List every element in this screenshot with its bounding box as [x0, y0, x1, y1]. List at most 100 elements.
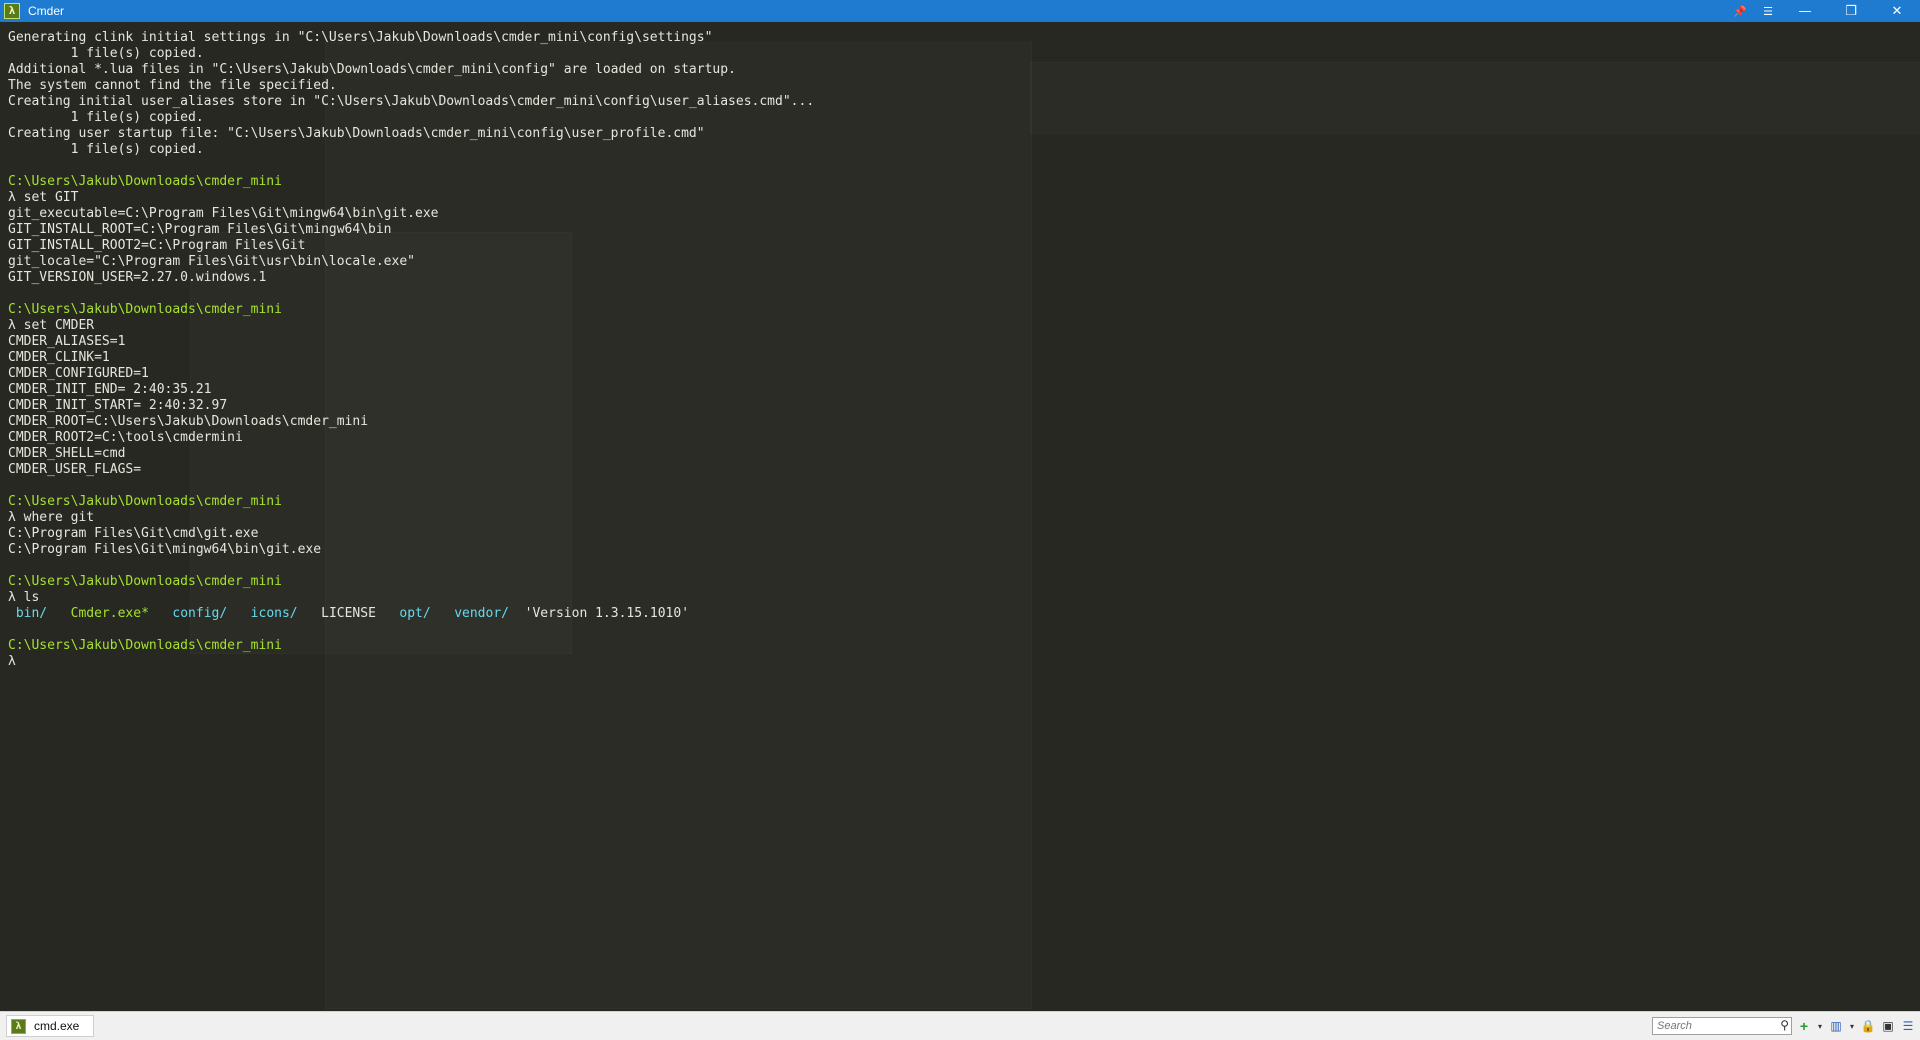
- console-line: GIT_INSTALL_ROOT=C:\Program Files\Git\mi…: [8, 222, 1908, 238]
- console-text: 1 file(s) copied.: [8, 46, 204, 61]
- console-line: 1 file(s) copied.: [8, 46, 1908, 62]
- console-line: git_locale="C:\Program Files\Git\usr\bin…: [8, 254, 1908, 270]
- console-text: λ where git: [8, 510, 95, 525]
- ls-directory-entry: config/: [172, 606, 228, 621]
- window-title: Cmder: [28, 4, 65, 18]
- cmder-window: λ Cmder 📌 ☰ — ❐ ✕ Generating clink initi…: [0, 0, 1920, 1040]
- panel-icon[interactable]: ▣: [1880, 1018, 1896, 1034]
- ls-file-entry: [298, 606, 321, 621]
- console-line: CMDER_ROOT2=C:\tools\cmdermini: [8, 430, 1908, 446]
- layout-dropdown-icon[interactable]: ▾: [1848, 1022, 1856, 1031]
- console-tab-cmd[interactable]: λ cmd.exe: [6, 1015, 95, 1037]
- ls-directory-entry: vendor/: [454, 606, 509, 621]
- console-line: 1 file(s) copied.: [8, 142, 1908, 158]
- console-line: CMDER_INIT_END= 2:40:35.21: [8, 382, 1908, 398]
- cmder-lambda-icon[interactable]: λ: [4, 3, 20, 19]
- console-text: GIT_INSTALL_ROOT=C:\Program Files\Git\mi…: [8, 222, 392, 237]
- search-wrap: ⚲: [1652, 1017, 1792, 1035]
- close-button[interactable]: ✕: [1874, 0, 1920, 22]
- lock-icon[interactable]: 🔒: [1860, 1018, 1876, 1034]
- console-line: CMDER_SHELL=cmd: [8, 446, 1908, 462]
- console-line: GIT_VERSION_USER=2.27.0.windows.1: [8, 270, 1908, 286]
- console-text: C:\Users\Jakub\Downloads\cmder_mini: [8, 574, 282, 589]
- console-line: C:\Program Files\Git\cmd\git.exe: [8, 526, 1908, 542]
- console-text: CMDER_ALIASES=1: [8, 334, 126, 349]
- console-text: CMDER_INIT_END= 2:40:35.21: [8, 382, 212, 397]
- console-text: λ set CMDER: [8, 318, 95, 333]
- ls-file-entry: Cmder.exe*: [70, 606, 149, 621]
- console-text: λ ls: [8, 590, 40, 605]
- console-text: GIT_INSTALL_ROOT2=C:\Program Files\Git: [8, 238, 306, 253]
- ls-file-entry: [376, 606, 399, 621]
- minimize-button[interactable]: —: [1782, 0, 1828, 22]
- ls-file-entry: LICENSE: [321, 606, 376, 621]
- search-input[interactable]: [1652, 1017, 1792, 1035]
- console-text: 1 file(s) copied.: [8, 110, 204, 125]
- console-line: CMDER_INIT_START= 2:40:32.97: [8, 398, 1908, 414]
- ls-file-entry: [509, 606, 525, 621]
- console-line: 1 file(s) copied.: [8, 110, 1908, 126]
- console-text: C:\Program Files\Git\cmd\git.exe: [8, 526, 259, 541]
- console-line: git_executable=C:\Program Files\Git\ming…: [8, 206, 1908, 222]
- console-text: 1 file(s) copied.: [8, 142, 204, 157]
- layout-icon[interactable]: ▥: [1828, 1018, 1844, 1034]
- ls-directory-entry: opt/: [399, 606, 431, 621]
- console-text: CMDER_CONFIGURED=1: [8, 366, 149, 381]
- console-text: Additional *.lua files in "C:\Users\Jaku…: [8, 62, 736, 77]
- ls-file-entry: 'Version 1.3.15.1010': [524, 606, 690, 621]
- ls-file-entry: [149, 606, 172, 621]
- console-text: Generating clink initial settings in "C:…: [8, 30, 713, 45]
- console-text: CMDER_ROOT2=C:\tools\cmdermini: [8, 430, 243, 445]
- console-line: λ set GIT: [8, 190, 1908, 206]
- console-line: CMDER_CONFIGURED=1: [8, 366, 1908, 382]
- console-line: λ where git: [8, 510, 1908, 526]
- console-text: C:\Users\Jakub\Downloads\cmder_mini: [8, 174, 282, 189]
- cmd-tab-icon: λ: [11, 1018, 26, 1034]
- console-line: Creating initial user_aliases store in "…: [8, 94, 1908, 110]
- ls-file-entry: [431, 606, 454, 621]
- console-text: GIT_VERSION_USER=2.27.0.windows.1: [8, 270, 267, 285]
- status-bar-tools: ⚲ + ▾ ▥ ▾ 🔒 ▣ ☰: [1652, 1016, 1916, 1036]
- console-line: CMDER_USER_FLAGS=: [8, 462, 1908, 478]
- menu-list-icon[interactable]: ☰: [1900, 1018, 1916, 1034]
- console-text: CMDER_CLINK=1: [8, 350, 110, 365]
- console-text: CMDER_USER_FLAGS=: [8, 462, 142, 477]
- prompt-path-line: C:\Users\Jakub\Downloads\cmder_mini: [8, 302, 1908, 318]
- console-text: git_locale="C:\Program Files\Git\usr\bin…: [8, 254, 415, 269]
- prompt-path-line: C:\Users\Jakub\Downloads\cmder_mini: [8, 174, 1908, 190]
- console-text: CMDER_SHELL=cmd: [8, 446, 126, 461]
- console-text: git_executable=C:\Program Files\Git\ming…: [8, 206, 439, 221]
- pin-icon[interactable]: 📌: [1726, 0, 1754, 22]
- console-line: λ set CMDER: [8, 318, 1908, 334]
- title-bar[interactable]: λ Cmder 📌 ☰ — ❐ ✕: [0, 0, 1920, 22]
- ls-output-line: bin/ Cmder.exe* config/ icons/ LICENSE o…: [8, 606, 1908, 622]
- console-line: λ ls: [8, 590, 1908, 606]
- console-text: C:\Users\Jakub\Downloads\cmder_mini: [8, 494, 282, 509]
- ls-directory-entry: icons/: [250, 606, 298, 621]
- status-bar: λ cmd.exe ⚲ + ▾ ▥ ▾ 🔒 ▣ ☰: [0, 1011, 1920, 1040]
- prompt-path-line: C:\Users\Jakub\Downloads\cmder_mini: [8, 638, 1908, 654]
- search-icon[interactable]: ⚲: [1780, 1018, 1789, 1032]
- ls-file-entry: [47, 606, 70, 621]
- add-console-dropdown-icon[interactable]: ▾: [1816, 1022, 1824, 1031]
- console-text: Creating user startup file: "C:\Users\Ja…: [8, 126, 705, 141]
- title-bar-controls: 📌 ☰ — ❐ ✕: [1726, 0, 1920, 22]
- add-console-icon[interactable]: +: [1796, 1018, 1812, 1034]
- console-text: C:\Users\Jakub\Downloads\cmder_mini: [8, 638, 282, 653]
- restore-button[interactable]: ❐: [1828, 0, 1874, 22]
- console-line: GIT_INSTALL_ROOT2=C:\Program Files\Git: [8, 238, 1908, 254]
- console-line: CMDER_CLINK=1: [8, 350, 1908, 366]
- console-text: λ: [8, 654, 24, 669]
- console-line: Generating clink initial settings in "C:…: [8, 30, 1908, 46]
- console-text: C:\Users\Jakub\Downloads\cmder_mini: [8, 302, 282, 317]
- menu-icon[interactable]: ☰: [1754, 0, 1782, 22]
- console-text: CMDER_ROOT=C:\Users\Jakub\Downloads\cmde…: [8, 414, 369, 429]
- console-text: Creating initial user_aliases store in "…: [8, 94, 815, 109]
- console-output[interactable]: Generating clink initial settings in "C:…: [8, 30, 1908, 1010]
- console-line: Creating user startup file: "C:\Users\Ja…: [8, 126, 1908, 142]
